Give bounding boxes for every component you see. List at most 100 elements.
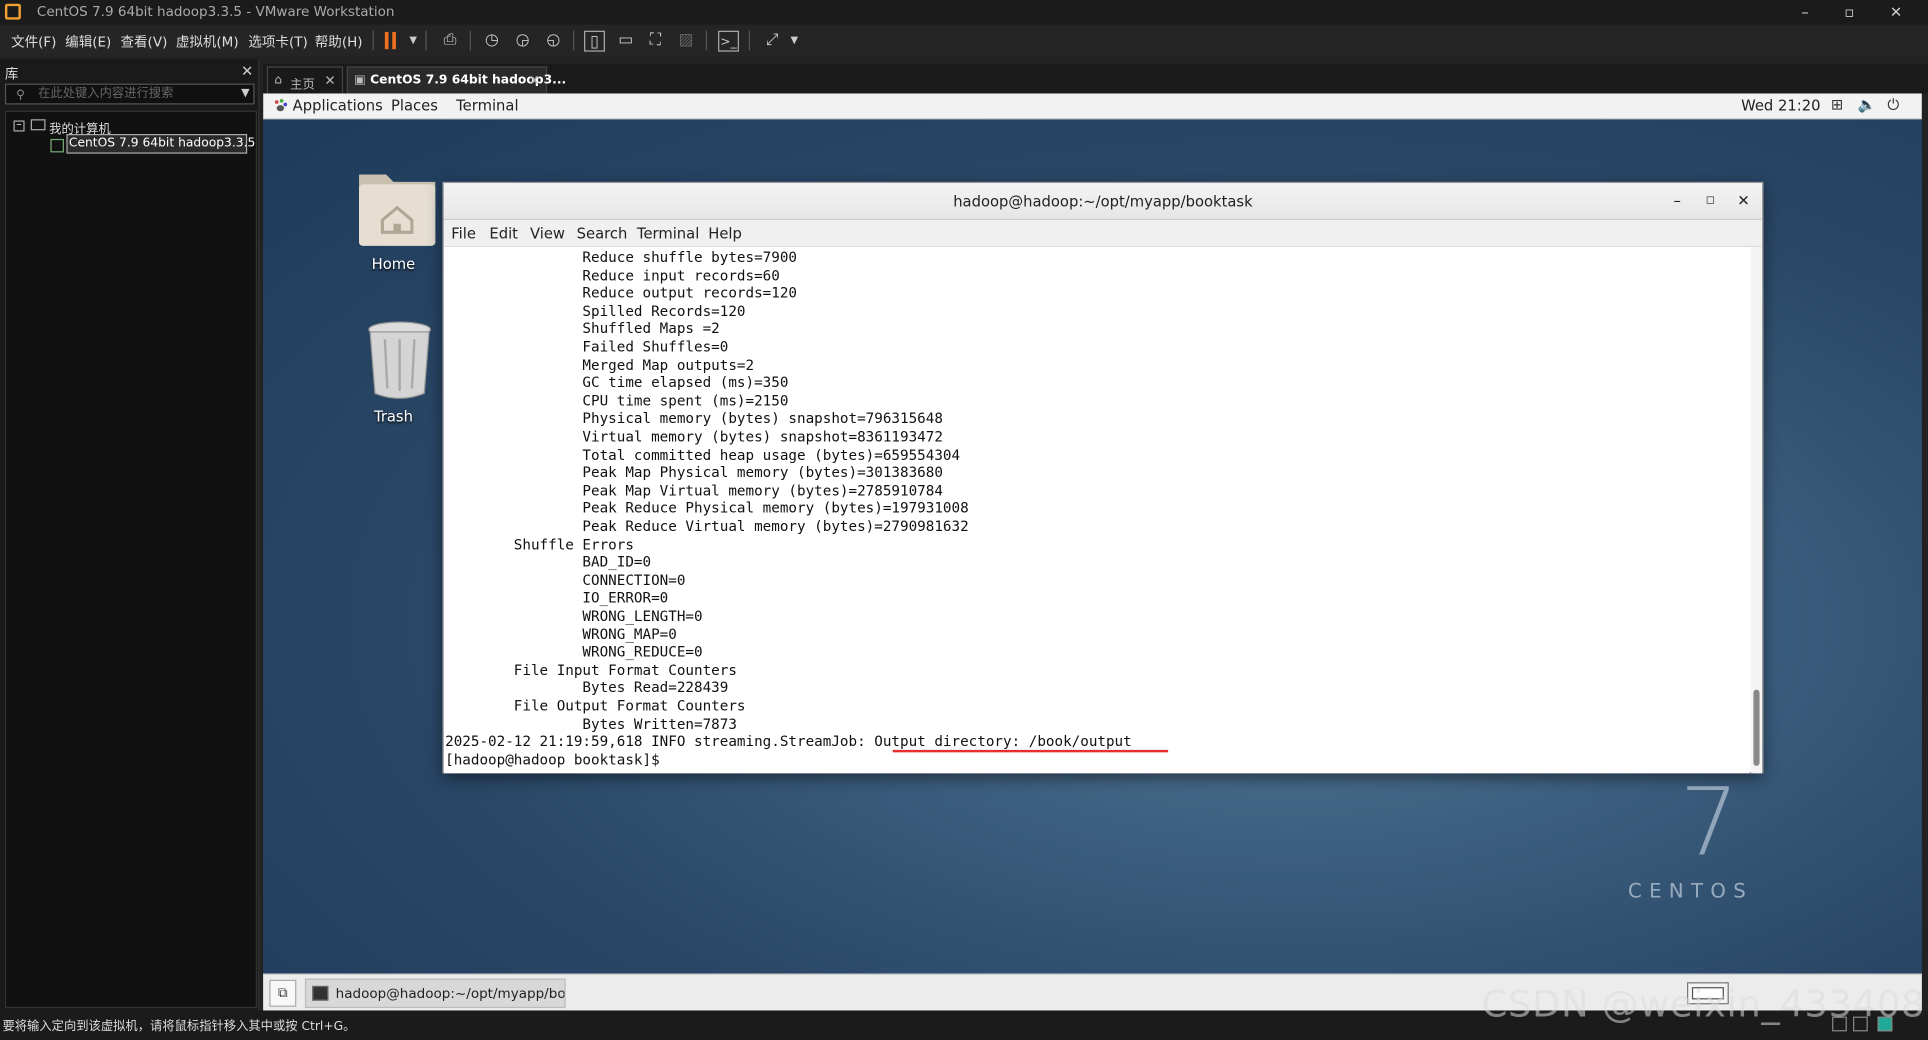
terminal-menu[interactable]: Terminal bbox=[456, 97, 518, 114]
tab-close-icon[interactable]: ✕ bbox=[528, 73, 539, 89]
terminal-line: 2025-02-12 21:19:59,618 INFO streaming.S… bbox=[445, 732, 1132, 751]
clock[interactable]: Wed 21:20 bbox=[1741, 97, 1820, 114]
tree-vm-label[interactable]: CentOS 7.9 64bit hadoop3.3.5 bbox=[69, 136, 255, 150]
library-view-icon[interactable]: ▯ bbox=[584, 30, 605, 52]
desktop-trash[interactable]: Trash bbox=[344, 320, 442, 431]
toolbar-separator bbox=[425, 30, 427, 51]
terminal-menu-edit[interactable]: Edit bbox=[489, 225, 518, 242]
output-directory-underline bbox=[892, 749, 1169, 753]
unity-icon[interactable]: ▨ bbox=[675, 30, 697, 52]
tab-home[interactable]: ⌂ 主页 ✕ bbox=[266, 66, 344, 94]
toolbar-separator bbox=[748, 30, 751, 51]
terminal-icon bbox=[312, 985, 329, 1001]
menu-help[interactable]: 帮助(H) bbox=[315, 32, 363, 52]
snapshot-icon[interactable]: ◷ bbox=[481, 30, 503, 52]
terminal-menu-help[interactable]: Help bbox=[708, 225, 742, 242]
menu-view[interactable]: 查看(V) bbox=[121, 32, 168, 52]
volume-icon[interactable]: 🔈 bbox=[1858, 96, 1876, 113]
terminal-scrollbar[interactable] bbox=[1750, 247, 1763, 774]
power-icon[interactable]: ⏻ bbox=[1887, 96, 1899, 114]
trash-icon bbox=[368, 321, 431, 399]
desktop-home[interactable]: Home bbox=[344, 165, 442, 276]
terminal-line: Bytes Read=228439 bbox=[445, 679, 729, 697]
toolbar-separator bbox=[469, 30, 471, 51]
trash-label: Trash bbox=[373, 408, 413, 426]
centos-logo-number: 7 bbox=[1679, 767, 1740, 877]
vmware-window: CentOS 7.9 64bit hadoop3.3.5 - VMware Wo… bbox=[0, 0, 1928, 1040]
minimize-icon[interactable]: – bbox=[1795, 2, 1815, 22]
send-ctrl-alt-del-icon[interactable]: ⎙ bbox=[439, 30, 461, 52]
tab-close-icon[interactable]: ✕ bbox=[324, 73, 335, 89]
revert-snapshot-icon[interactable]: ◶ bbox=[512, 30, 534, 52]
menu-file[interactable]: 文件(F) bbox=[11, 32, 56, 52]
terminal-menu-view[interactable]: View bbox=[530, 225, 565, 242]
search-dropdown-icon[interactable]: ▼ bbox=[241, 85, 250, 103]
show-desktop-icon[interactable]: ⧉ bbox=[269, 979, 297, 1007]
places-menu[interactable]: Places bbox=[391, 97, 438, 114]
console-icon[interactable]: >_ bbox=[718, 30, 739, 52]
maximize-icon[interactable]: ▫ bbox=[1839, 2, 1859, 22]
power-dropdown-icon[interactable]: ▼ bbox=[402, 30, 424, 52]
applications-menu[interactable]: Applications bbox=[293, 97, 383, 114]
vm-tab-icon: ▣ bbox=[354, 73, 366, 88]
terminal-line: File Output Format Counters bbox=[445, 697, 746, 715]
terminal-line: Reduce shuffle bytes=7900 bbox=[445, 248, 798, 266]
terminal-line: WRONG_LENGTH=0 bbox=[445, 607, 703, 625]
terminal-titlebar[interactable]: hadoop@hadoop:~/opt/myapp/booktask – ◻ ✕ bbox=[443, 183, 1763, 221]
terminal-line: Reduce input records=60 bbox=[445, 266, 780, 284]
tab-centos[interactable]: ▣ CentOS 7.9 64bit hadoop3... ✕ bbox=[346, 66, 566, 94]
terminal-line: Peak Reduce Virtual memory (bytes)=27909… bbox=[445, 517, 969, 535]
library-search-placeholder: 在此处键入内容进行搜索 bbox=[38, 87, 174, 101]
window-title: CentOS 7.9 64bit hadoop3.3.5 - VMware Wo… bbox=[36, 3, 395, 20]
terminal-line: GC time elapsed (ms)=350 bbox=[445, 373, 789, 392]
network-icon[interactable]: ⊞ bbox=[1831, 96, 1843, 113]
taskbar-terminal-item[interactable]: hadoop@hadoop:~/opt/myapp/book... bbox=[304, 978, 566, 1009]
terminal-output[interactable]: [hadoop@hadoop booktask]$ 2025-02-12 21:… bbox=[443, 247, 1750, 774]
taskbar-terminal-label: hadoop@hadoop:~/opt/myapp/book... bbox=[335, 985, 566, 1002]
terminal-line: CPU time spent (ms)=2150 bbox=[445, 391, 789, 410]
terminal-title: hadoop@hadoop:~/opt/myapp/booktask bbox=[953, 193, 1253, 211]
toolbar-separator bbox=[705, 30, 708, 51]
stretch-dropdown-icon[interactable]: ▼ bbox=[783, 30, 805, 52]
terminal-window[interactable]: hadoop@hadoop:~/opt/myapp/booktask – ◻ ✕… bbox=[442, 181, 1764, 774]
terminal-menu-search[interactable]: Search bbox=[577, 225, 628, 242]
watermark: CSDN @weixin_43340810 bbox=[1481, 983, 1928, 1027]
terminal-menu-file[interactable]: File bbox=[451, 225, 476, 242]
vm-tabs: ⌂ 主页 ✕ ▣ CentOS 7.9 64bit hadoop3... ✕ bbox=[263, 63, 1928, 94]
terminal-maximize-icon[interactable]: ◻ bbox=[1701, 191, 1721, 211]
terminal-menu-terminal[interactable]: Terminal bbox=[637, 225, 699, 242]
menu-edit[interactable]: 编辑(E) bbox=[65, 32, 111, 52]
vmware-titlebar: CentOS 7.9 64bit hadoop3.3.5 - VMware Wo… bbox=[0, 0, 1928, 25]
terminal-menubar: File Edit View Search Terminal Help bbox=[443, 220, 1763, 248]
tab-home-label: 主页 bbox=[290, 78, 315, 93]
menu-vm[interactable]: 虚拟机(M) bbox=[176, 32, 239, 52]
terminal-line: CONNECTION=0 bbox=[445, 571, 686, 589]
pause-icon[interactable] bbox=[384, 31, 397, 50]
tree-collapse-icon[interactable]: – bbox=[13, 120, 25, 132]
scrollbar-thumb[interactable] bbox=[1753, 689, 1760, 766]
fullscreen-icon[interactable]: ⛶ bbox=[644, 30, 666, 52]
gnome-foot-icon bbox=[274, 98, 288, 112]
computer-icon bbox=[30, 119, 46, 131]
terminal-minimize-icon[interactable]: – bbox=[1667, 191, 1687, 211]
library-search-input[interactable]: ⚲ 在此处键入内容进行搜索 ▼ bbox=[4, 83, 255, 105]
library-tree: – 我的计算机 CentOS 7.9 64bit hadoop3.3.5 bbox=[4, 110, 257, 1009]
terminal-line: WRONG_REDUCE=0 bbox=[445, 643, 703, 661]
close-icon[interactable]: ✕ bbox=[1886, 2, 1906, 22]
terminal-line: File Input Format Counters bbox=[445, 661, 737, 679]
toolbar-separator bbox=[572, 30, 575, 51]
terminal-close-icon[interactable]: ✕ bbox=[1734, 191, 1754, 211]
home-icon: ⌂ bbox=[274, 73, 283, 88]
terminal-line: Shuffled Maps =2 bbox=[445, 320, 720, 338]
terminal-line: Peak Map Virtual memory (bytes)=27859107… bbox=[445, 481, 943, 499]
snapshot-manager-icon[interactable]: ◵ bbox=[542, 30, 564, 52]
menu-tabs[interactable]: 选项卡(T) bbox=[248, 32, 307, 52]
thumbnail-view-icon[interactable]: ▭ bbox=[615, 30, 637, 52]
stretch-icon[interactable]: ⤢ bbox=[761, 30, 783, 52]
library-close-icon[interactable]: ✕ bbox=[241, 63, 253, 80]
guest-desktop[interactable]: Applications Places Terminal Wed 21:20 ⊞… bbox=[263, 93, 1922, 974]
terminal-line: Total committed heap usage (bytes)=65955… bbox=[445, 445, 961, 463]
terminal-line: IO_ERROR=0 bbox=[445, 589, 669, 607]
terminal-line: BAD_ID=0 bbox=[445, 553, 652, 571]
vmware-menubar: 文件(F) 编辑(E) 查看(V) 虚拟机(M) 选项卡(T) 帮助(H) ▼ … bbox=[0, 24, 1928, 57]
